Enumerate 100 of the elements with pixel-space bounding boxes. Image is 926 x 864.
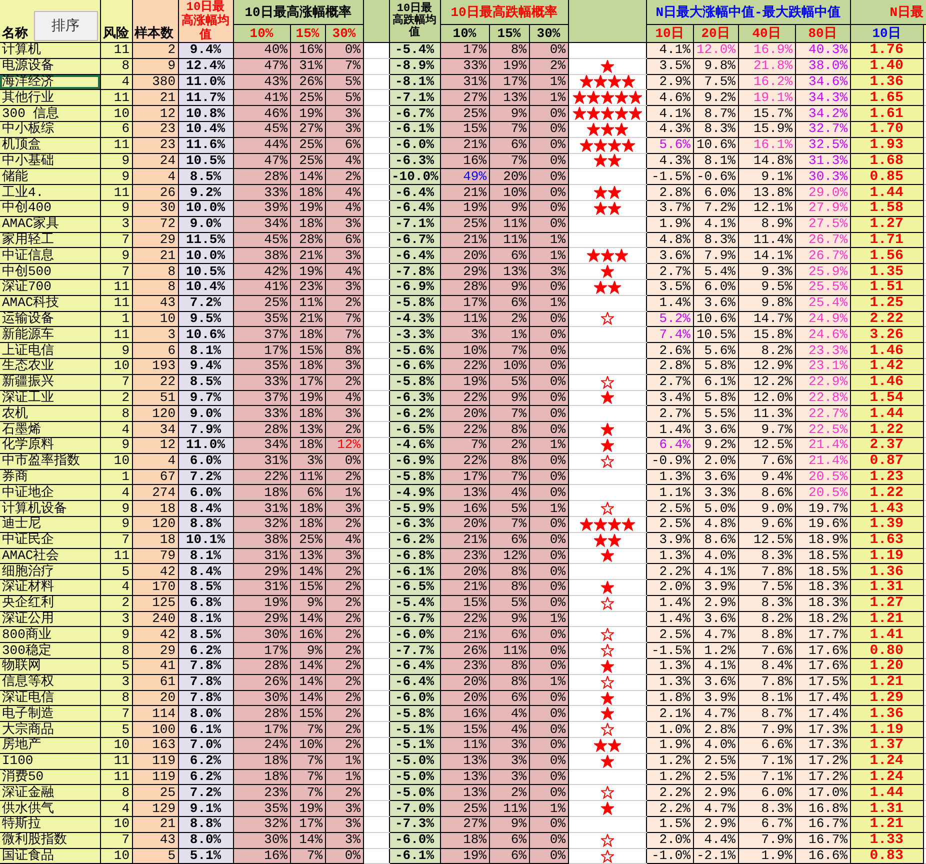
table-cell: 114 <box>132 706 178 722</box>
name-cell[interactable]: 电源设备 <box>0 58 100 74</box>
name-cell[interactable]: 其他行业 <box>0 90 100 106</box>
table-cell: 2 <box>100 390 132 406</box>
table-cell: 12.0% <box>693 42 738 58</box>
name-cell[interactable]: 电子制造 <box>0 706 100 722</box>
name-cell[interactable]: 300稳定 <box>0 642 100 659</box>
table-cell: 72 <box>132 216 178 232</box>
table-cell: 3.7% <box>646 200 693 216</box>
table-cell: 18% <box>233 753 290 770</box>
name-cell[interactable]: 300 信息 <box>0 106 100 122</box>
name-cell[interactable]: 上证电信 <box>0 342 100 358</box>
table-cell: 8.1% <box>693 153 738 169</box>
table-cell: 21.4% <box>795 437 850 454</box>
name-cell[interactable]: 深证电信 <box>0 690 100 706</box>
name-cell[interactable]: 运输设备 <box>0 311 100 327</box>
table-cell: 4% <box>489 722 529 738</box>
name-cell[interactable]: 深证700 <box>0 279 100 296</box>
table-cell: 6.0% <box>178 484 233 501</box>
table-cell: 8.5% <box>178 374 233 390</box>
sort-button[interactable]: 排序 <box>34 11 98 41</box>
name-cell[interactable]: 化学原料 <box>0 437 100 454</box>
table-cell: 2% <box>325 690 363 706</box>
name-cell[interactable]: 机顶盒 <box>0 137 100 154</box>
table-cell: 1 <box>100 469 132 485</box>
name-cell[interactable]: 细胞治疗 <box>0 564 100 580</box>
table-cell: 10% <box>489 184 529 200</box>
table-cell: 9.4% <box>178 42 233 58</box>
name-cell[interactable]: 消费50 <box>0 769 100 785</box>
table-cell: 4.0% <box>693 548 738 564</box>
name-cell[interactable]: 深证金融 <box>0 784 100 801</box>
name-cell[interactable]: 计算机 <box>0 42 100 58</box>
table-cell: 35% <box>233 358 290 374</box>
name-cell[interactable]: AMAC科技 <box>0 295 100 312</box>
name-cell[interactable]: 农机 <box>0 406 100 422</box>
table-cell: 9.4% <box>178 358 233 374</box>
table-cell: 274 <box>132 484 178 501</box>
table-cell: 14% <box>290 832 325 848</box>
name-cell[interactable]: 家用轻工 <box>0 232 100 248</box>
table-cell: 79 <box>132 548 178 564</box>
name-cell[interactable]: 石墨烯 <box>0 422 100 438</box>
name-cell[interactable]: 中证地企 <box>0 484 100 501</box>
table-cell: 21% <box>440 232 489 248</box>
table-cell: 1.27 <box>850 595 924 612</box>
name-cell[interactable]: AMAC家具 <box>0 216 100 232</box>
name-cell[interactable]: 中证民企 <box>0 532 100 548</box>
name-cell[interactable]: 深证材料 <box>0 580 100 596</box>
name-cell[interactable]: 深证工业 <box>0 390 100 406</box>
name-cell[interactable]: 计算机设备 <box>0 500 100 516</box>
name-cell[interactable]: 生态农业 <box>0 358 100 374</box>
table-cell: 25% <box>290 153 325 169</box>
table-cell: -6.1% <box>389 564 440 580</box>
name-cell[interactable]: 中创400 <box>0 200 100 216</box>
name-cell[interactable]: 供水供气 <box>0 800 100 817</box>
table-cell: 10.5% <box>693 326 738 343</box>
name-cell[interactable]: 海洋经济 <box>0 74 100 90</box>
name-cell[interactable]: 中创500 <box>0 264 100 280</box>
table-cell: 0% <box>529 784 568 801</box>
name-cell[interactable]: 中小板综 <box>0 121 100 138</box>
name-cell[interactable]: 储能 <box>0 168 100 185</box>
name-cell[interactable]: 中证信息 <box>0 248 100 264</box>
table-cell: 7 <box>100 264 132 280</box>
table-cell: 0.80 <box>850 642 924 659</box>
table-cell: 18.5% <box>795 548 850 564</box>
table-cell: -6.4% <box>389 658 440 674</box>
table-cell: 0% <box>529 532 568 548</box>
name-cell[interactable]: 央企红利 <box>0 595 100 612</box>
name-cell[interactable]: 特斯拉 <box>0 816 100 832</box>
name-cell[interactable]: 信息等权 <box>0 674 100 690</box>
table-cell: 2.9% <box>693 784 738 801</box>
table-cell: -6.2% <box>389 532 440 548</box>
name-cell[interactable]: AMAC社会 <box>0 548 100 564</box>
name-cell[interactable]: I100 <box>0 753 100 770</box>
name-cell[interactable]: 物联网 <box>0 658 100 674</box>
name-cell[interactable]: 800商业 <box>0 626 100 643</box>
name-cell[interactable]: 大宗商品 <box>0 722 100 738</box>
table-cell: -5.6% <box>389 342 440 358</box>
table-cell: 18 <box>132 532 178 548</box>
table-cell: 9 <box>100 248 132 264</box>
table-cell: 31% <box>440 74 489 90</box>
table-cell: -6.0% <box>389 690 440 706</box>
name-cell[interactable]: 迪士尼 <box>0 516 100 532</box>
table-cell: 3% <box>325 248 363 264</box>
name-cell[interactable]: 新能源车 <box>0 326 100 343</box>
table-cell: 13% <box>440 784 489 801</box>
name-cell[interactable]: 券商 <box>0 469 100 485</box>
table-cell: 14% <box>290 611 325 627</box>
table-cell: 9.0% <box>738 500 795 516</box>
name-cell[interactable]: 中小基础 <box>0 153 100 169</box>
table-cell: 8 <box>132 264 178 280</box>
name-cell[interactable]: 深证公用 <box>0 611 100 627</box>
name-cell[interactable]: 工业4. <box>0 184 100 200</box>
name-cell[interactable]: 房地产 <box>0 738 100 754</box>
table-cell: 119 <box>132 769 178 785</box>
name-cell[interactable]: 微利股指数 <box>0 832 100 848</box>
name-cell[interactable]: 国证食品 <box>0 848 100 864</box>
table-cell: 41% <box>233 279 290 296</box>
table-cell: 12.9% <box>738 358 795 374</box>
table-cell: 16% <box>440 500 489 516</box>
table-cell: -6.3% <box>389 153 440 169</box>
